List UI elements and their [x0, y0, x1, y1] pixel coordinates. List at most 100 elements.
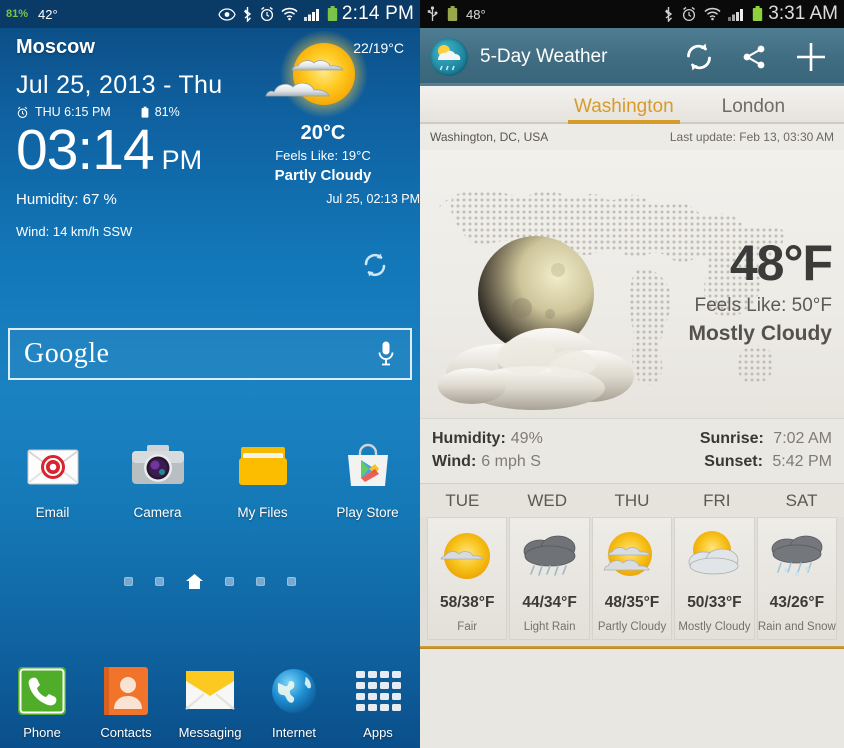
sunset-pair: Sunset: 5:42 PM [704, 450, 832, 473]
apps-grid-icon [352, 665, 404, 717]
sunrise-value: 7:02 AM [773, 430, 832, 447]
current-temperature: 48°F [729, 235, 833, 291]
plus-icon[interactable] [794, 40, 828, 74]
right-status-icons [663, 6, 763, 22]
dock-label: Contacts [100, 725, 152, 740]
widget-wind: Wind: 14 km/h SSW [16, 224, 133, 240]
forecast-temps: 48/35°F [604, 594, 660, 612]
email-icon [24, 438, 82, 496]
status-temperature-label: 42° [38, 6, 58, 22]
forecast-temps: 44/34°F [522, 594, 577, 612]
moon-behind-clouds-icon [438, 236, 634, 410]
refresh-icon[interactable] [684, 42, 714, 72]
home-icon[interactable] [186, 574, 203, 589]
app-bar-actions [684, 40, 834, 74]
status-clock: 3:31 AM [768, 3, 838, 24]
location-line: Washington, DC, USA Last update: Feb 13,… [420, 124, 844, 150]
rain-snow-icon [761, 526, 833, 588]
sun-cloud-icon [431, 526, 503, 588]
app-title: 5-Day Weather [480, 46, 608, 67]
app-label: Camera [133, 505, 182, 520]
app-icon-my-files[interactable]: My Files [210, 438, 315, 520]
search-input[interactable]: Google [24, 338, 109, 370]
sunrise-label: Sunrise: [699, 430, 764, 447]
right-status-bar: 48° 3:31 AM [420, 0, 844, 28]
widget-clock-time: 03:14 [16, 118, 155, 182]
refresh-icon[interactable] [362, 252, 388, 278]
current-weather-hero: 48°F Feels Like: 50°F Mostly Cloudy [420, 150, 844, 418]
forecast-desc: Rain and Snow [757, 621, 836, 634]
play-store-icon [339, 438, 397, 496]
stats-row-2: Wind: 6 mph S Sunset: 5:42 PM [432, 450, 832, 473]
microphone-icon[interactable] [376, 340, 396, 368]
dual-phone-screenshot: 81% 42° 2:14 PM Moscow 22/19°C Jul 25, 2… [0, 0, 844, 748]
messaging-icon [184, 665, 236, 717]
widget-clock-ampm: PM [161, 145, 203, 175]
dock-label: Phone [23, 725, 61, 740]
dock-item-internet[interactable]: Internet [252, 665, 336, 740]
battery-icon [447, 6, 458, 22]
forecast-card-fri[interactable]: 50/33°F Mostly Cloudy [674, 517, 755, 641]
dock-label: Internet [271, 725, 317, 740]
sun-behind-clouds-icon [238, 30, 408, 120]
home-apps-row: Email Camera My Files Play Store [0, 438, 420, 520]
globe-icon [268, 665, 320, 717]
dock-item-apps[interactable]: Apps [336, 665, 420, 740]
widget-alarm-time: THU 6:15 PM [35, 105, 111, 119]
page-dot[interactable] [155, 577, 164, 586]
page-dot[interactable] [256, 577, 265, 586]
current-readout: 48°F Feels Like: 50°F Mostly Cloudy [688, 235, 833, 346]
page-dot[interactable] [225, 577, 234, 586]
page-dot[interactable] [287, 577, 296, 586]
left-status-icons [218, 6, 338, 22]
app-label: Play Store [336, 505, 399, 520]
app-icon-play-store[interactable]: Play Store [315, 438, 420, 520]
dock-label: Apps [363, 725, 393, 740]
forecast-day-name: TUE [445, 491, 480, 511]
forecast-day-name: THU [614, 491, 650, 511]
status-clock: 2:14 PM [341, 3, 414, 24]
forecast-card-thu[interactable]: 48/35°F Partly Cloudy [591, 517, 673, 641]
app-label: Email [35, 505, 70, 520]
dock-bar: Phone Contacts Messaging Internet Apps [0, 665, 420, 740]
dock-item-phone[interactable]: Phone [0, 665, 84, 740]
app-icon-camera[interactable]: Camera [105, 438, 210, 520]
dock-item-contacts[interactable]: Contacts [84, 665, 168, 740]
page-dot[interactable] [124, 577, 133, 586]
status-temperature-label: 48° [466, 6, 486, 22]
contacts-icon [100, 665, 152, 717]
share-icon[interactable] [740, 43, 768, 71]
current-condition: Mostly Cloudy [688, 322, 832, 345]
stats-row-1: Humidity: 49% Sunrise: 7:02 AM [432, 427, 832, 450]
tab-washington[interactable]: Washington [564, 96, 684, 124]
rain-cloud-icon [514, 526, 586, 588]
left-phone-home-screen: 81% 42° 2:14 PM Moscow 22/19°C Jul 25, 2… [0, 0, 420, 748]
app-bar: 5-Day Weather [420, 28, 844, 86]
forecast-card-tue[interactable]: 58/38°F Fair [427, 517, 508, 641]
widget-temperature: 20°C [300, 122, 346, 144]
widget-condition: Partly Cloudy [274, 167, 372, 184]
folder-icon [234, 438, 292, 496]
tab-london[interactable]: London [712, 96, 795, 124]
forecast-day-name: WED [527, 491, 568, 511]
sunset-label: Sunset: [704, 453, 763, 471]
forecast-day-headers: TUE WED THU FRI SAT [420, 483, 844, 518]
left-status-bar: 81% 42° 2:14 PM [0, 0, 420, 28]
camera-icon [129, 438, 187, 496]
weather-app-icon[interactable] [430, 38, 468, 76]
app-icon-email[interactable]: Email [0, 438, 105, 520]
forecast-card-sat[interactable]: 43/26°F Rain and Snow [756, 517, 838, 641]
google-search-bar[interactable]: Google [8, 328, 412, 380]
signal-icon [303, 7, 321, 21]
cloud-sun-icon [678, 526, 750, 588]
right-phone-weather-app: 48° 3:31 AM 5-Day Weather Washington Lon… [420, 0, 844, 748]
forecast-card-wed[interactable]: 44/34°F Light Rain [509, 517, 590, 641]
dock-label: Messaging [178, 725, 242, 740]
battery-icon [141, 106, 149, 119]
eye-icon [218, 7, 236, 21]
city-tabs: Washington London [420, 86, 844, 124]
divider-line [420, 646, 844, 650]
forecast-desc: Light Rain [523, 621, 576, 634]
dock-item-messaging[interactable]: Messaging [168, 665, 252, 740]
forecast-day-name: SAT [785, 491, 818, 511]
